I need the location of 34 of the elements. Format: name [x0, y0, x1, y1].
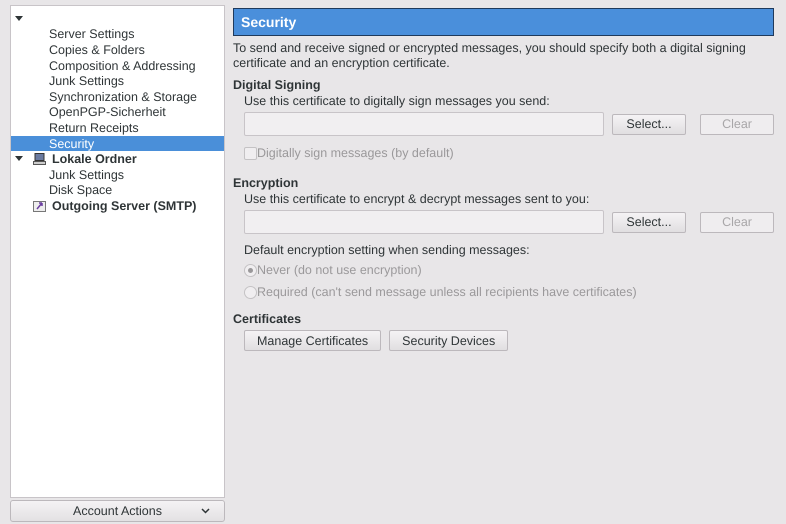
- tree-item[interactable]: Synchronization & Storage: [11, 88, 224, 105]
- prompt-text: Default encryption setting when sending messages:: [244, 243, 531, 257]
- tree-item[interactable]: Copies & Folders: [11, 42, 224, 58]
- certificate-field[interactable]: [244, 112, 604, 136]
- account-name[interactable]: Outgoing Server (SMTP): [52, 198, 196, 213]
- tree-item[interactable]: Disk Space: [11, 182, 224, 198]
- radio-label: Required (can't send message unless all recipients have certificates): [257, 285, 637, 299]
- tree-item[interactable]: Junk Settings: [11, 73, 224, 89]
- account-name[interactable]: Lokale Ordner: [52, 152, 137, 166]
- checkbox-label: Digitally sign messages (by default): [257, 146, 454, 160]
- certificate-field[interactable]: [244, 210, 604, 234]
- manage-certificates-button[interactable]: Manage Certificates: [244, 330, 382, 351]
- radio-label: Never (do not use encryption): [257, 263, 422, 277]
- prompt-text: Use this certificate to encrypt & decrypt messages sent to you:: [244, 192, 590, 206]
- chevron-down-icon: [201, 508, 210, 514]
- tree-item[interactable]: Server Settings: [11, 26, 224, 42]
- select-button[interactable]: Select...: [612, 114, 686, 134]
- expander-down-icon[interactable]: [15, 156, 23, 162]
- tree-item[interactable]: OpenPGP-Sicherheit: [11, 104, 224, 120]
- section-heading: Digital Signing: [233, 78, 322, 92]
- tree-item[interactable]: Composition & Addressing: [11, 58, 224, 74]
- expander-down-icon[interactable]: [15, 16, 23, 22]
- computer-icon: [33, 153, 46, 166]
- outbox-icon: [33, 200, 46, 212]
- tree-item[interactable]: Return Receipts: [11, 120, 224, 136]
- page-title: Security: [233, 8, 774, 36]
- tree-item[interactable]: Junk Settings: [11, 166, 224, 183]
- select-button[interactable]: Select...: [612, 212, 686, 232]
- account-actions-button[interactable]: Account Actions: [10, 500, 225, 522]
- prompt-text: Use this certificate to digitally sign messages you send:: [244, 94, 551, 108]
- section-heading: Encryption: [233, 176, 300, 190]
- section-heading: Certificates: [233, 312, 302, 326]
- security-devices-button[interactable]: Security Devices: [389, 330, 508, 351]
- description-text: To send and receive signed or encrypted messages, you should specify both a digital signing certificate and an encryption certificate.: [233, 41, 747, 71]
